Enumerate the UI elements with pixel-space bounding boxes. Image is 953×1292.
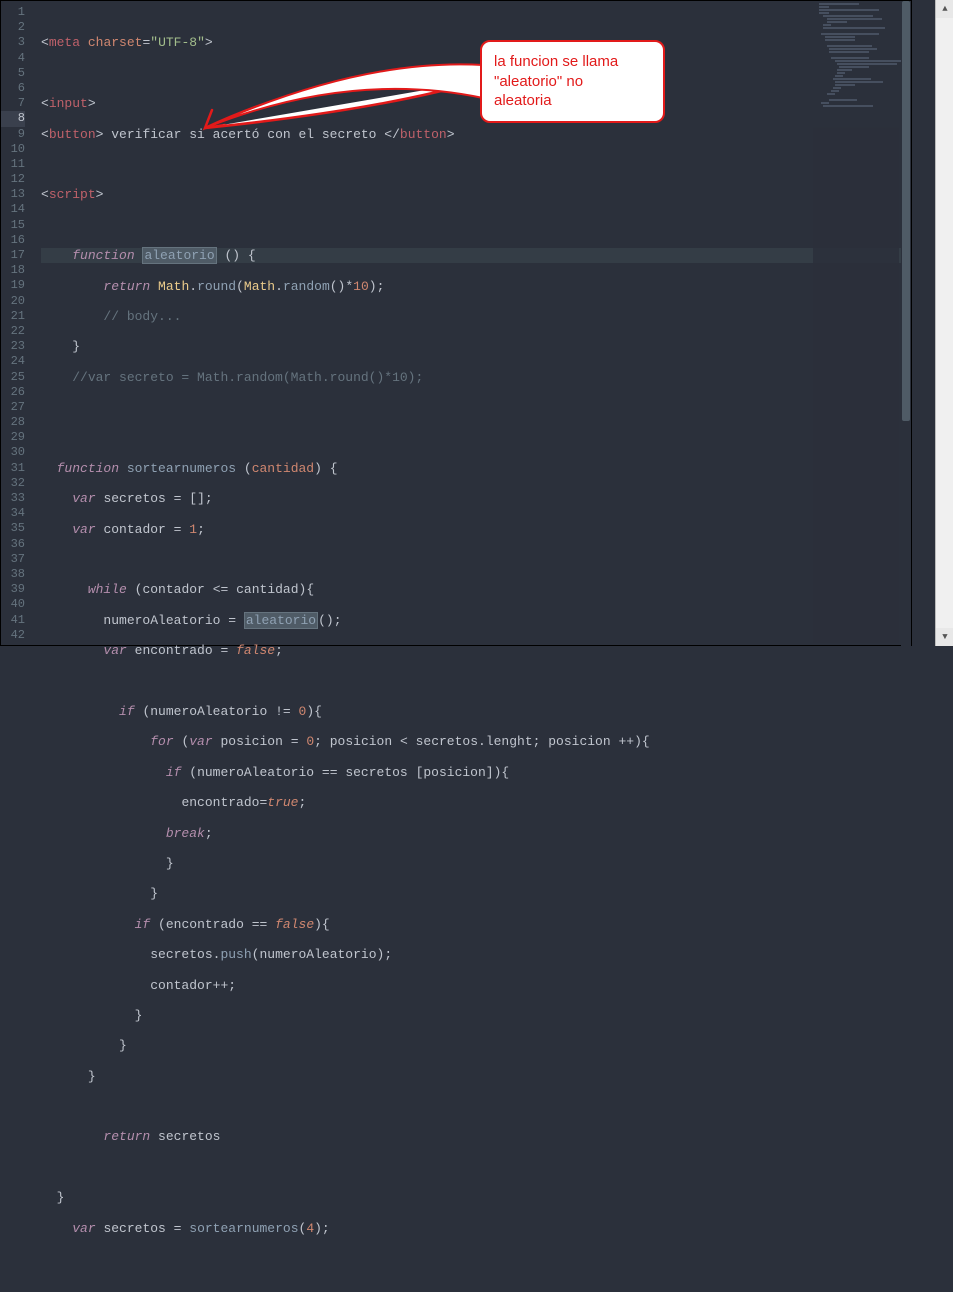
line-number[interactable]: 13: [1, 187, 25, 202]
line-number[interactable]: 11: [1, 157, 25, 172]
line-number[interactable]: 30: [1, 445, 25, 460]
editor-scrollbar[interactable]: [901, 1, 911, 647]
line-number[interactable]: 17: [1, 248, 25, 263]
line-number[interactable]: 7: [1, 96, 25, 111]
line-number[interactable]: 31: [1, 461, 25, 476]
line-number[interactable]: 28: [1, 415, 25, 430]
line-number[interactable]: 33: [1, 491, 25, 506]
line-number[interactable]: 32: [1, 476, 25, 491]
callout-text-line2: "aleatorio" no: [494, 73, 583, 90]
line-number[interactable]: 40: [1, 597, 25, 612]
callout-text-line3: aleatoria: [494, 92, 552, 109]
line-number[interactable]: 16: [1, 233, 25, 248]
line-number[interactable]: 18: [1, 263, 25, 278]
scrollbar-thumb[interactable]: [902, 1, 910, 421]
function-call-highlight: aleatorio: [244, 612, 318, 629]
line-number[interactable]: 39: [1, 582, 25, 597]
line-number[interactable]: 21: [1, 309, 25, 324]
line-number[interactable]: 3: [1, 35, 25, 50]
line-number[interactable]: 41: [1, 613, 25, 628]
line-number[interactable]: 14: [1, 202, 25, 217]
line-number[interactable]: 23: [1, 339, 25, 354]
line-number[interactable]: 2: [1, 20, 25, 35]
line-number[interactable]: 25: [1, 370, 25, 385]
line-number[interactable]: 8: [1, 111, 25, 126]
annotation-callout: la funcion se llama "aleatorio" no aleat…: [480, 40, 665, 123]
scroll-up-button[interactable]: ▲: [936, 0, 953, 18]
callout-text-line1: la funcion se llama: [494, 53, 618, 70]
line-number[interactable]: 42: [1, 628, 25, 643]
line-number[interactable]: 12: [1, 172, 25, 187]
scroll-down-button[interactable]: ▼: [936, 628, 953, 646]
line-number[interactable]: 1: [1, 5, 25, 20]
line-number[interactable]: 5: [1, 66, 25, 81]
minimap[interactable]: [813, 3, 899, 643]
line-number[interactable]: 27: [1, 400, 25, 415]
line-number[interactable]: 26: [1, 385, 25, 400]
line-number[interactable]: 15: [1, 218, 25, 233]
function-name-highlight: aleatorio: [142, 247, 216, 264]
line-number[interactable]: 34: [1, 506, 25, 521]
line-number[interactable]: 24: [1, 354, 25, 369]
callout-arrow: [200, 50, 500, 150]
line-number[interactable]: 9: [1, 127, 25, 142]
window-scrollbar[interactable]: ▲ ▼: [935, 0, 953, 646]
line-number[interactable]: 22: [1, 324, 25, 339]
line-number[interactable]: 36: [1, 537, 25, 552]
line-number[interactable]: 4: [1, 51, 25, 66]
line-number[interactable]: 10: [1, 142, 25, 157]
line-number[interactable]: 29: [1, 430, 25, 445]
line-number[interactable]: 37: [1, 552, 25, 567]
line-number[interactable]: 20: [1, 294, 25, 309]
line-number[interactable]: 6: [1, 81, 25, 96]
line-number[interactable]: 38: [1, 567, 25, 582]
line-number-gutter[interactable]: 1234567891011121314151617181920212223242…: [1, 1, 35, 645]
line-number[interactable]: 35: [1, 521, 25, 536]
line-number[interactable]: 19: [1, 278, 25, 293]
